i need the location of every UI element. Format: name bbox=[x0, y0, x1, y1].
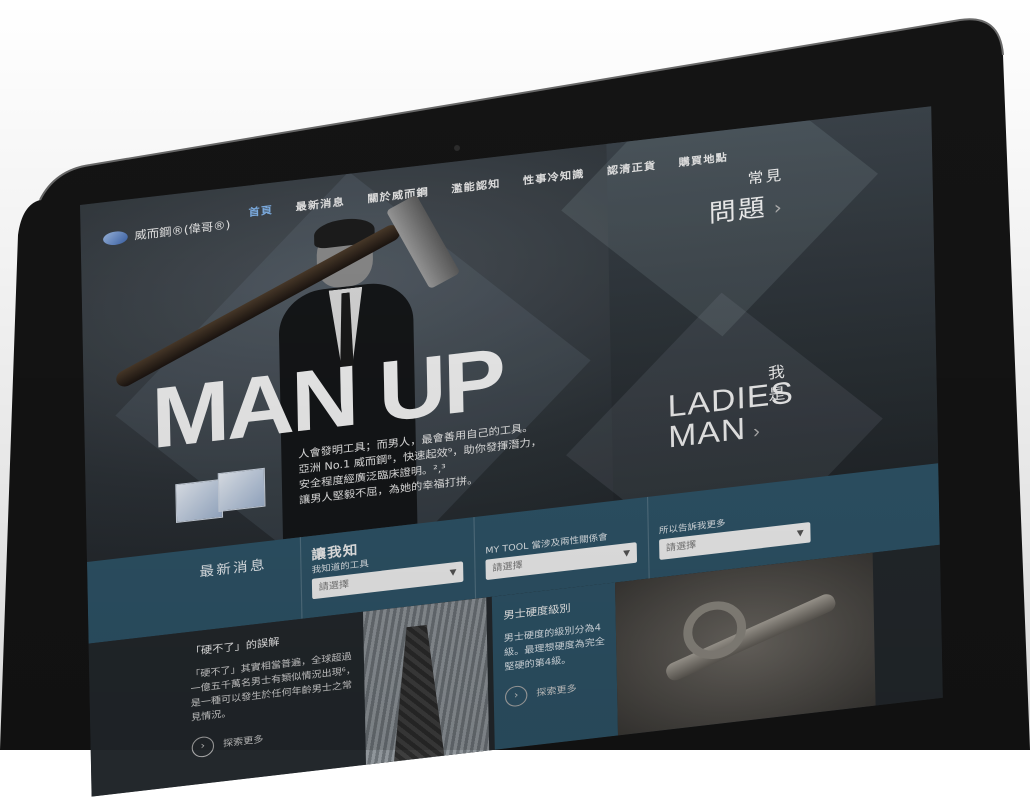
website-screen: 威而鋼®(偉哥®) 首頁 最新消息 關於威而鋼 濫能認知 性事冷知識 認清正貨 … bbox=[80, 106, 943, 797]
hardness-card: 男士硬度級別 男士硬度的級別分為4級。最理想硬度為完全堅硬的第4級。 › 探索更… bbox=[491, 582, 618, 750]
misconception-body: 「硬不了」其實相當普遍，全球超過一億五千萬名男士有類似情況出現⁶，是一種可以發生… bbox=[190, 651, 356, 724]
relationship-selector: MY TOOL 當涉及兩性關係會 請選擇 ▼ bbox=[485, 527, 638, 581]
chevron-down-icon: ▼ bbox=[449, 567, 457, 578]
misconception-card: 「硬不了」的誤解 「硬不了」其實相當普遍，全球超過一億五千萬名男士有類似情況出現… bbox=[190, 627, 360, 759]
relationship-select-value: 請選擇 bbox=[492, 560, 523, 575]
more-info-select-value: 請選擇 bbox=[665, 540, 697, 555]
chevron-right-icon: › bbox=[191, 735, 215, 759]
explore-more-label: 探索更多 bbox=[222, 734, 264, 750]
tool-select-value: 請選擇 bbox=[318, 579, 350, 594]
brand-logo[interactable]: 威而鋼®(偉哥®) bbox=[102, 216, 231, 247]
faq-link[interactable]: 常見 問題 › bbox=[708, 164, 785, 229]
explore-more-link[interactable]: › 探索更多 bbox=[504, 676, 606, 708]
chevron-down-icon: ▼ bbox=[623, 548, 631, 559]
tools-image bbox=[615, 552, 876, 736]
nav-item-awareness[interactable]: 濫能認知 bbox=[451, 175, 501, 196]
chevron-right-icon: › bbox=[504, 684, 528, 708]
faq-line2: 問題 bbox=[708, 192, 768, 229]
explore-more-label: 探索更多 bbox=[536, 684, 577, 699]
explore-more-link[interactable]: › 探索更多 bbox=[191, 718, 359, 759]
divider bbox=[647, 496, 650, 579]
divider bbox=[473, 517, 477, 599]
ladies-pre: 我是 bbox=[767, 362, 786, 405]
tool-selector: 讓我知 我知道的工具 請選擇 ▼ bbox=[311, 527, 464, 600]
chevron-right-icon: › bbox=[773, 196, 785, 220]
brand-logo-text: 威而鋼®(偉哥®) bbox=[134, 218, 231, 243]
hardness-title: 男士硬度級別 bbox=[503, 603, 571, 623]
nav-item-home[interactable]: 首頁 bbox=[248, 201, 273, 219]
camera-dot bbox=[454, 145, 460, 151]
pill-icon bbox=[102, 229, 128, 246]
hardness-body: 男士硬度的級別分為4級。最理想硬度為完全堅硬的第4級。 bbox=[503, 622, 606, 674]
more-info-selector: 所以告訴我更多 請選擇 ▼ bbox=[659, 507, 811, 560]
product-box bbox=[217, 467, 266, 512]
chevron-down-icon: ▼ bbox=[796, 527, 804, 538]
product-box bbox=[175, 478, 224, 524]
chevron-right-icon: › bbox=[752, 420, 762, 442]
nav-item-facts[interactable]: 性事冷知識 bbox=[523, 165, 585, 187]
divider bbox=[299, 537, 303, 619]
news-label[interactable]: 最新消息 bbox=[199, 553, 267, 581]
